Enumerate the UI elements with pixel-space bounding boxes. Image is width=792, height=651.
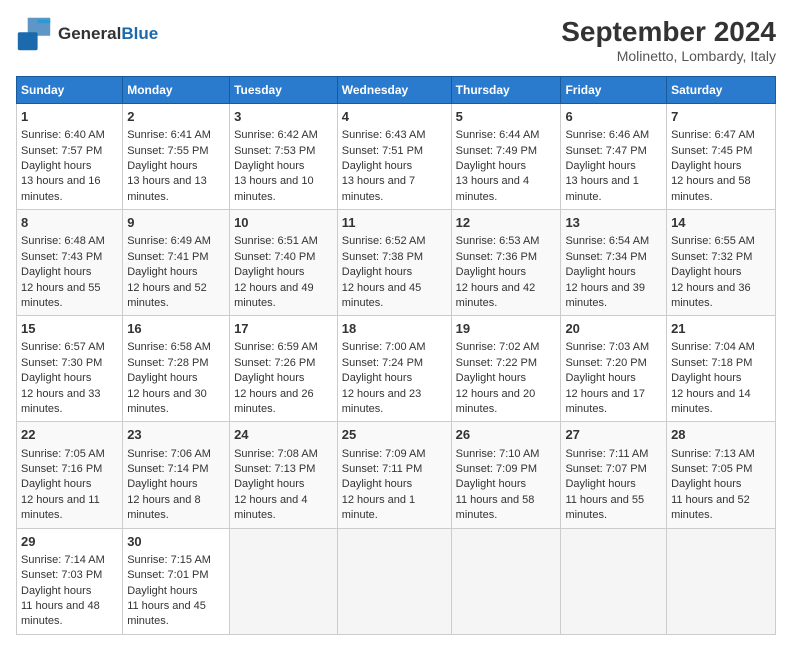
table-row: 25 Sunrise: 7:09 AM Sunset: 7:11 PM Dayl… [337, 422, 451, 528]
calendar-week-row: 29 Sunrise: 7:14 AM Sunset: 7:03 PM Dayl… [17, 528, 776, 634]
calendar-week-row: 22 Sunrise: 7:05 AM Sunset: 7:16 PM Dayl… [17, 422, 776, 528]
calendar-header-row: Sunday Monday Tuesday Wednesday Thursday… [17, 77, 776, 104]
table-row: 8 Sunrise: 6:48 AM Sunset: 7:43 PM Dayli… [17, 210, 123, 316]
table-row: 4 Sunrise: 6:43 AM Sunset: 7:51 PM Dayli… [337, 104, 451, 210]
table-row: 22 Sunrise: 7:05 AM Sunset: 7:16 PM Dayl… [17, 422, 123, 528]
table-row: 15 Sunrise: 6:57 AM Sunset: 7:30 PM Dayl… [17, 316, 123, 422]
table-row: 16 Sunrise: 6:58 AM Sunset: 7:28 PM Dayl… [123, 316, 230, 422]
page-subtitle: Molinetto, Lombardy, Italy [561, 48, 776, 64]
empty-cell [230, 528, 338, 634]
page-header: GeneralBlue September 2024 Molinetto, Lo… [16, 16, 776, 64]
col-saturday: Saturday [667, 77, 776, 104]
col-sunday: Sunday [17, 77, 123, 104]
table-row: 7 Sunrise: 6:47 AM Sunset: 7:45 PM Dayli… [667, 104, 776, 210]
table-row: 26 Sunrise: 7:10 AM Sunset: 7:09 PM Dayl… [451, 422, 561, 528]
page-title: September 2024 [561, 16, 776, 48]
col-friday: Friday [561, 77, 667, 104]
table-row: 3 Sunrise: 6:42 AM Sunset: 7:53 PM Dayli… [230, 104, 338, 210]
table-row: 20 Sunrise: 7:03 AM Sunset: 7:20 PM Dayl… [561, 316, 667, 422]
table-row: 28 Sunrise: 7:13 AM Sunset: 7:05 PM Dayl… [667, 422, 776, 528]
title-block: September 2024 Molinetto, Lombardy, Ital… [561, 16, 776, 64]
table-row: 2 Sunrise: 6:41 AM Sunset: 7:55 PM Dayli… [123, 104, 230, 210]
col-thursday: Thursday [451, 77, 561, 104]
table-row: 30 Sunrise: 7:15 AM Sunset: 7:01 PM Dayl… [123, 528, 230, 634]
table-row: 6 Sunrise: 6:46 AM Sunset: 7:47 PM Dayli… [561, 104, 667, 210]
logo-icon [16, 16, 52, 52]
table-row: 17 Sunrise: 6:59 AM Sunset: 7:26 PM Dayl… [230, 316, 338, 422]
table-row: 27 Sunrise: 7:11 AM Sunset: 7:07 PM Dayl… [561, 422, 667, 528]
col-tuesday: Tuesday [230, 77, 338, 104]
table-row: 23 Sunrise: 7:06 AM Sunset: 7:14 PM Dayl… [123, 422, 230, 528]
calendar-week-row: 8 Sunrise: 6:48 AM Sunset: 7:43 PM Dayli… [17, 210, 776, 316]
table-row: 21 Sunrise: 7:04 AM Sunset: 7:18 PM Dayl… [667, 316, 776, 422]
table-row: 13 Sunrise: 6:54 AM Sunset: 7:34 PM Dayl… [561, 210, 667, 316]
table-row: 12 Sunrise: 6:53 AM Sunset: 7:36 PM Dayl… [451, 210, 561, 316]
table-row: 14 Sunrise: 6:55 AM Sunset: 7:32 PM Dayl… [667, 210, 776, 316]
table-row: 9 Sunrise: 6:49 AM Sunset: 7:41 PM Dayli… [123, 210, 230, 316]
calendar-week-row: 15 Sunrise: 6:57 AM Sunset: 7:30 PM Dayl… [17, 316, 776, 422]
empty-cell [451, 528, 561, 634]
table-row: 29 Sunrise: 7:14 AM Sunset: 7:03 PM Dayl… [17, 528, 123, 634]
table-row: 5 Sunrise: 6:44 AM Sunset: 7:49 PM Dayli… [451, 104, 561, 210]
logo: GeneralBlue [16, 16, 158, 52]
empty-cell [337, 528, 451, 634]
table-row: 19 Sunrise: 7:02 AM Sunset: 7:22 PM Dayl… [451, 316, 561, 422]
calendar-table: Sunday Monday Tuesday Wednesday Thursday… [16, 76, 776, 635]
col-wednesday: Wednesday [337, 77, 451, 104]
table-row: 11 Sunrise: 6:52 AM Sunset: 7:38 PM Dayl… [337, 210, 451, 316]
logo-text: GeneralBlue [58, 25, 158, 44]
calendar-week-row: 1 Sunrise: 6:40 AM Sunset: 7:57 PM Dayli… [17, 104, 776, 210]
empty-cell [667, 528, 776, 634]
col-monday: Monday [123, 77, 230, 104]
table-row: 1 Sunrise: 6:40 AM Sunset: 7:57 PM Dayli… [17, 104, 123, 210]
table-row: 24 Sunrise: 7:08 AM Sunset: 7:13 PM Dayl… [230, 422, 338, 528]
table-row: 10 Sunrise: 6:51 AM Sunset: 7:40 PM Dayl… [230, 210, 338, 316]
table-row: 18 Sunrise: 7:00 AM Sunset: 7:24 PM Dayl… [337, 316, 451, 422]
empty-cell [561, 528, 667, 634]
